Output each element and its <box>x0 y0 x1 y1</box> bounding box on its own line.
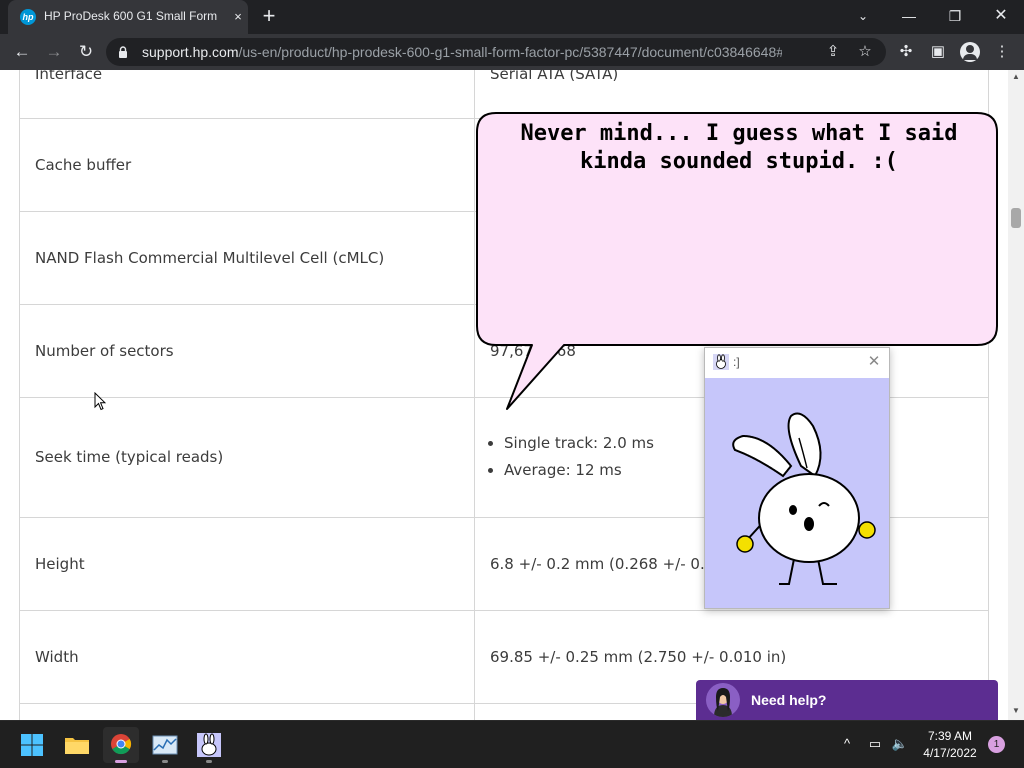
support-agent-avatar <box>706 683 740 717</box>
performance-monitor-icon <box>152 735 178 755</box>
close-tab-icon[interactable]: × <box>230 9 246 25</box>
scrollbar-thumb[interactable] <box>1011 208 1021 228</box>
pet-canvas[interactable] <box>705 378 889 608</box>
bunny-app-icon <box>713 354 729 370</box>
running-app-indicator <box>206 760 212 763</box>
scroll-down-arrow-icon[interactable]: ▼ <box>1011 706 1021 716</box>
start-button[interactable] <box>14 727 50 763</box>
spec-label: Height <box>35 555 85 573</box>
browser-toolbar: ← → ↻ support.hp.com/us-en/product/hp-pr… <box>0 34 1024 70</box>
pet-window-titlebar[interactable]: :] ✕ <box>705 348 889 378</box>
table-cell-label: Seek time (typical reads) <box>19 398 475 517</box>
show-hidden-icons-chevron-icon[interactable]: ^ <box>838 735 856 753</box>
back-button[interactable]: ← <box>10 40 34 64</box>
spec-label: Interface <box>35 70 103 83</box>
clock-date[interactable]: 4/17/2022 <box>900 746 1000 760</box>
page-scrollbar[interactable]: ▲ ▼ <box>1008 70 1024 720</box>
url-text[interactable]: support.hp.com/us-en/product/hp-prodesk-… <box>142 44 782 60</box>
spec-value: Serial ATA (SATA) <box>490 70 619 83</box>
resource-monitor-button[interactable] <box>147 727 183 763</box>
spec-value: 69.85 +/- 0.25 mm (2.750 +/- 0.010 in) <box>490 648 787 666</box>
close-window-button[interactable]: ✕ <box>988 4 1014 28</box>
tab-title: HP ProDesk 600 G1 Small Form Factor PC <box>44 9 220 23</box>
table-cell-label: Number of sectors <box>19 305 475 397</box>
pet-window-title: :] <box>733 355 740 369</box>
bunny-pet-window[interactable]: :] ✕ <box>704 347 890 609</box>
spec-label: Cache buffer <box>35 156 132 174</box>
new-tab-button[interactable]: + <box>258 5 280 28</box>
profile-avatar-icon[interactable] <box>960 42 980 62</box>
notification-badge[interactable]: 1 <box>988 736 1005 753</box>
spec-label: NAND Flash Commercial Multilevel Cell (c… <box>35 249 385 267</box>
scroll-up-arrow-icon[interactable]: ▲ <box>1011 72 1021 82</box>
tab-search-icon[interactable]: ⌄ <box>850 4 876 28</box>
table-cell-label <box>19 704 475 720</box>
chrome-icon <box>111 734 132 755</box>
need-help-chat-button[interactable]: Need help? <box>696 680 998 720</box>
minimize-button[interactable]: — <box>896 4 922 28</box>
address-bar[interactable]: support.hp.com/us-en/product/hp-prodesk-… <box>106 38 886 66</box>
speech-bubble-text: Never mind... I guess what I said kinda … <box>520 121 958 174</box>
table-cell-label: Height <box>19 518 475 610</box>
spec-label: Number of sectors <box>35 342 174 360</box>
clock-time[interactable]: 7:39 AM <box>900 729 1000 743</box>
windows-taskbar: ^ ▭ 🔈 7:39 AM 4/17/2022 1 <box>0 720 1024 768</box>
close-icon[interactable]: ✕ <box>865 353 883 371</box>
bunny-character-icon[interactable] <box>705 378 889 608</box>
restore-button[interactable]: ❐ <box>942 4 968 28</box>
need-help-label: Need help? <box>751 692 827 708</box>
url-domain: support.hp.com <box>142 44 239 60</box>
active-app-indicator <box>115 760 127 763</box>
table-cell-label: Width <box>19 611 475 703</box>
bunny-pet-taskbar-button[interactable] <box>191 727 227 763</box>
url-path: /us-en/product/hp-prodesk-600-g1-small-f… <box>238 44 783 60</box>
table-cell-label: Interface <box>19 70 475 118</box>
chrome-taskbar-button[interactable] <box>103 727 139 763</box>
browser-tab[interactable]: hp HP ProDesk 600 G1 Small Form Factor P… <box>8 0 248 34</box>
share-icon[interactable]: ⇪ <box>824 43 842 61</box>
hp-favicon-icon: hp <box>20 9 36 25</box>
table-cell-label: NAND Flash Commercial Multilevel Cell (c… <box>19 212 475 304</box>
running-app-indicator <box>162 760 168 763</box>
seek-time-list: Single track: 2.0 ms Average: 12 ms <box>504 434 654 488</box>
side-panel-icon[interactable]: ▣ <box>928 42 948 62</box>
reload-button[interactable]: ↻ <box>74 40 98 64</box>
mouse-cursor-icon <box>94 392 106 411</box>
windows-start-icon <box>21 734 43 756</box>
spec-label: Width <box>35 648 79 666</box>
extensions-icon[interactable]: ✣ <box>896 42 916 62</box>
bunny-app-icon <box>197 733 221 757</box>
file-explorer-button[interactable] <box>59 727 95 763</box>
tab-bar: hp HP ProDesk 600 G1 Small Form Factor P… <box>0 0 1024 34</box>
table-cell-label: Cache buffer <box>19 119 475 211</box>
forward-button[interactable]: → <box>42 40 66 64</box>
list-item: Average: 12 ms <box>504 461 654 479</box>
list-item: Single track: 2.0 ms <box>504 434 654 452</box>
bookmark-star-icon[interactable]: ☆ <box>856 43 874 61</box>
network-icon[interactable]: ▭ <box>866 735 884 753</box>
lock-icon[interactable] <box>118 46 128 58</box>
menu-kebab-icon[interactable]: ⋮ <box>992 42 1012 62</box>
folder-icon <box>65 738 89 754</box>
spec-label: Seek time (typical reads) <box>35 448 224 466</box>
